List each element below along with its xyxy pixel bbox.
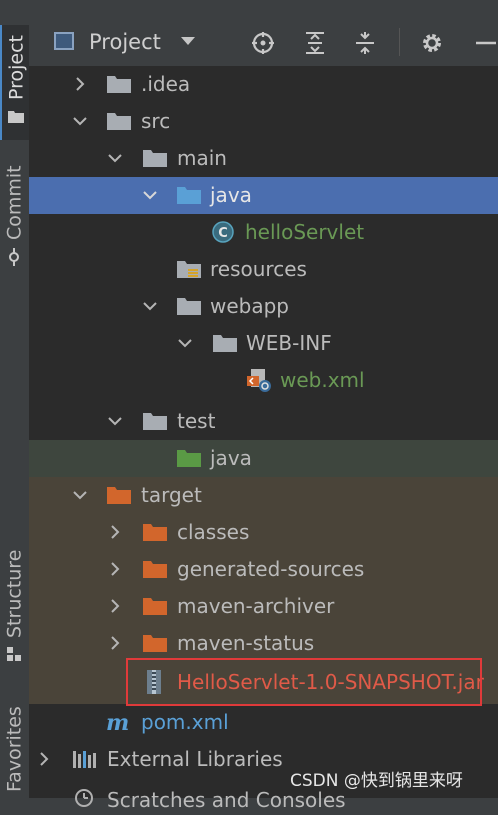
watermark: CSDN @快到锅里来呀 xyxy=(290,771,463,791)
tree-label: maven-archiver xyxy=(177,594,335,618)
folder-icon xyxy=(213,335,237,352)
scratches-icon xyxy=(75,789,93,807)
test-folder-icon xyxy=(177,450,201,467)
chevron-down-icon[interactable] xyxy=(106,412,124,430)
excluded-folder-icon xyxy=(107,487,131,504)
tree-label: java xyxy=(210,446,252,470)
toolbar-separator xyxy=(399,28,400,56)
tree-row-pom[interactable]: m pom.xml xyxy=(29,704,498,741)
maven-icon: m xyxy=(106,710,129,734)
svg-text:m: m xyxy=(106,710,129,734)
tree-row-test[interactable]: test xyxy=(29,403,498,440)
tree-label: target xyxy=(141,483,202,507)
project-tool-tab[interactable]: Project xyxy=(0,25,31,140)
favorites-tool-tab[interactable]: Favorites xyxy=(0,700,29,798)
tree-row-maven-status[interactable]: maven-status xyxy=(29,625,498,662)
tree-label: pom.xml xyxy=(141,710,229,734)
project-toolbar: Project xyxy=(29,20,498,67)
settings-icon[interactable] xyxy=(419,30,445,56)
xml-file-icon xyxy=(247,369,271,392)
excluded-folder-icon xyxy=(143,524,167,541)
project-tab-label: Project xyxy=(5,35,28,101)
tree-label: resources xyxy=(210,257,307,281)
tree-label: External Libraries xyxy=(107,747,283,771)
structure-tab-icon xyxy=(7,646,22,661)
chevron-right-icon[interactable] xyxy=(106,560,124,578)
collapse-all-icon[interactable] xyxy=(352,30,378,56)
chevron-right-icon[interactable] xyxy=(35,750,53,768)
expand-all-icon[interactable] xyxy=(302,30,328,56)
tree-label: .idea xyxy=(141,72,191,96)
libraries-icon xyxy=(73,751,96,768)
excluded-folder-icon xyxy=(143,635,167,652)
chevron-right-icon[interactable] xyxy=(106,597,124,615)
chevron-down-icon[interactable] xyxy=(181,37,195,45)
chevron-down-icon[interactable] xyxy=(106,149,124,167)
tree-row-webapp[interactable]: webapp xyxy=(29,288,498,325)
tree-row-web-xml[interactable]: web.xml xyxy=(29,362,498,399)
chevron-right-icon[interactable] xyxy=(106,523,124,541)
resources-folder-icon xyxy=(177,261,201,278)
chevron-down-icon[interactable] xyxy=(71,486,89,504)
tree-row-src[interactable]: src xyxy=(29,103,498,140)
tree-label: main xyxy=(177,146,227,170)
commit-tool-tab[interactable]: Commit xyxy=(0,165,29,270)
excluded-folder-icon xyxy=(143,561,167,578)
tree-row-main[interactable]: main xyxy=(29,140,498,177)
chevron-right-icon[interactable] xyxy=(71,75,89,93)
editor-tab-strip xyxy=(29,0,498,20)
tree-row-generated-sources[interactable]: generated-sources xyxy=(29,551,498,588)
chevron-down-icon[interactable] xyxy=(176,334,194,352)
project-view-icon xyxy=(54,32,74,50)
tree-label: web.xml xyxy=(280,368,365,392)
tree-label: src xyxy=(141,109,171,133)
folder-icon xyxy=(143,413,167,430)
class-icon: C xyxy=(212,221,234,243)
tree-row-idea[interactable]: .idea xyxy=(29,66,498,103)
tree-row-target[interactable]: target xyxy=(29,477,498,514)
tree-label: maven-status xyxy=(177,631,315,655)
commit-tab-label: Commit xyxy=(3,165,26,240)
tree-label: Scratches and Consoles xyxy=(107,788,346,812)
tree-label: classes xyxy=(177,520,250,544)
tree-label: helloServlet xyxy=(245,220,365,244)
structure-tool-tab[interactable]: Structure xyxy=(0,545,29,670)
chevron-down-icon[interactable] xyxy=(141,186,159,204)
tool-window-stripe: Project Commit Structure Favorites xyxy=(0,0,31,798)
chevron-down-icon[interactable] xyxy=(71,112,89,130)
excluded-folder-icon xyxy=(143,598,167,615)
tree-row-classes[interactable]: classes xyxy=(29,514,498,551)
highlight-box xyxy=(126,658,482,706)
chevron-right-icon[interactable] xyxy=(106,634,124,652)
tree-label: WEB-INF xyxy=(246,331,332,355)
tree-row-helloservlet[interactable]: C helloServlet xyxy=(29,214,498,251)
tree-row-test-java[interactable]: java xyxy=(29,440,498,477)
tree-label: generated-sources xyxy=(177,557,365,581)
svg-text:C: C xyxy=(218,226,228,241)
tree-row-web-inf[interactable]: WEB-INF xyxy=(29,325,498,362)
folder-icon xyxy=(107,76,131,93)
project-view-title[interactable]: Project xyxy=(89,30,161,54)
hide-icon[interactable] xyxy=(473,30,498,56)
favorites-tab-label: Favorites xyxy=(3,706,26,792)
folder-icon xyxy=(107,113,131,130)
tree-label: test xyxy=(177,409,216,433)
tree-label: java xyxy=(210,183,252,207)
project-tab-icon xyxy=(8,111,25,124)
source-folder-icon xyxy=(177,187,201,204)
tree-row-resources[interactable]: resources xyxy=(29,251,498,288)
tree-row-maven-archiver[interactable]: maven-archiver xyxy=(29,588,498,625)
structure-tab-label: Structure xyxy=(3,549,26,638)
folder-icon xyxy=(177,298,201,315)
tree-label: webapp xyxy=(210,294,290,318)
folder-icon xyxy=(143,150,167,167)
locate-icon[interactable] xyxy=(250,30,276,56)
commit-tab-icon xyxy=(9,247,20,266)
chevron-down-icon[interactable] xyxy=(141,297,159,315)
tree-row-main-java[interactable]: java xyxy=(29,177,498,214)
